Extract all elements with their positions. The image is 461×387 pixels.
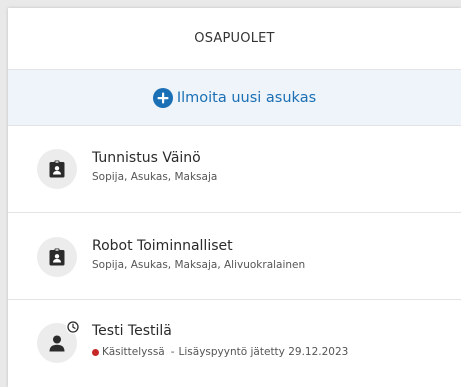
clock-icon bbox=[66, 320, 80, 334]
status-detail: Lisäyspyyntö jätetty 29.12.2023 bbox=[178, 346, 349, 358]
avatar bbox=[37, 149, 77, 189]
party-roles: Sopija, Asukas, Maksaja bbox=[92, 171, 218, 183]
id-badge-icon bbox=[49, 248, 65, 266]
add-resident-label: Ilmoita uusi asukas bbox=[176, 89, 317, 106]
party-name: Testi Testilä bbox=[92, 323, 172, 339]
party-row[interactable]: Robot Toiminnalliset Sopija, Asukas, Mak… bbox=[8, 213, 461, 300]
avatar bbox=[37, 320, 80, 363]
party-name: Robot Toiminnalliset bbox=[92, 238, 233, 254]
person-icon bbox=[48, 334, 66, 352]
party-row[interactable]: Tunnistus Väinö Sopija, Asukas, Maksaja bbox=[8, 126, 461, 213]
party-name: Tunnistus Väinö bbox=[92, 150, 201, 166]
status-separator: - bbox=[170, 346, 175, 358]
status-line: Käsittelyssä - Lisäyspyyntö jätetty 29.1… bbox=[92, 346, 348, 358]
party-text: Tunnistus Väinö Sopija, Asukas, Maksaja bbox=[92, 150, 217, 183]
party-text: Robot Toiminnalliset Sopija, Asukas, Mak… bbox=[92, 238, 305, 271]
party-roles: Sopija, Asukas, Maksaja, Alivuokralainen bbox=[92, 259, 306, 271]
add-resident-button[interactable]: Ilmoita uusi asukas bbox=[8, 70, 461, 126]
panel-title: OSAPUOLET bbox=[194, 31, 275, 46]
plus-circle-icon bbox=[152, 87, 173, 108]
status-label: Käsittelyssä bbox=[102, 346, 165, 358]
panel-header: OSAPUOLET bbox=[8, 8, 461, 70]
avatar bbox=[37, 237, 77, 277]
party-text: Testi Testilä Käsittelyssä - Lisäyspyynt… bbox=[92, 323, 348, 358]
status-dot bbox=[92, 348, 99, 356]
party-row[interactable]: Testi Testilä Käsittelyssä - Lisäyspyynt… bbox=[8, 300, 461, 387]
id-badge-icon bbox=[49, 160, 65, 178]
parties-panel: OSAPUOLET Ilmoita uusi asukas Tunnistus … bbox=[8, 8, 461, 387]
